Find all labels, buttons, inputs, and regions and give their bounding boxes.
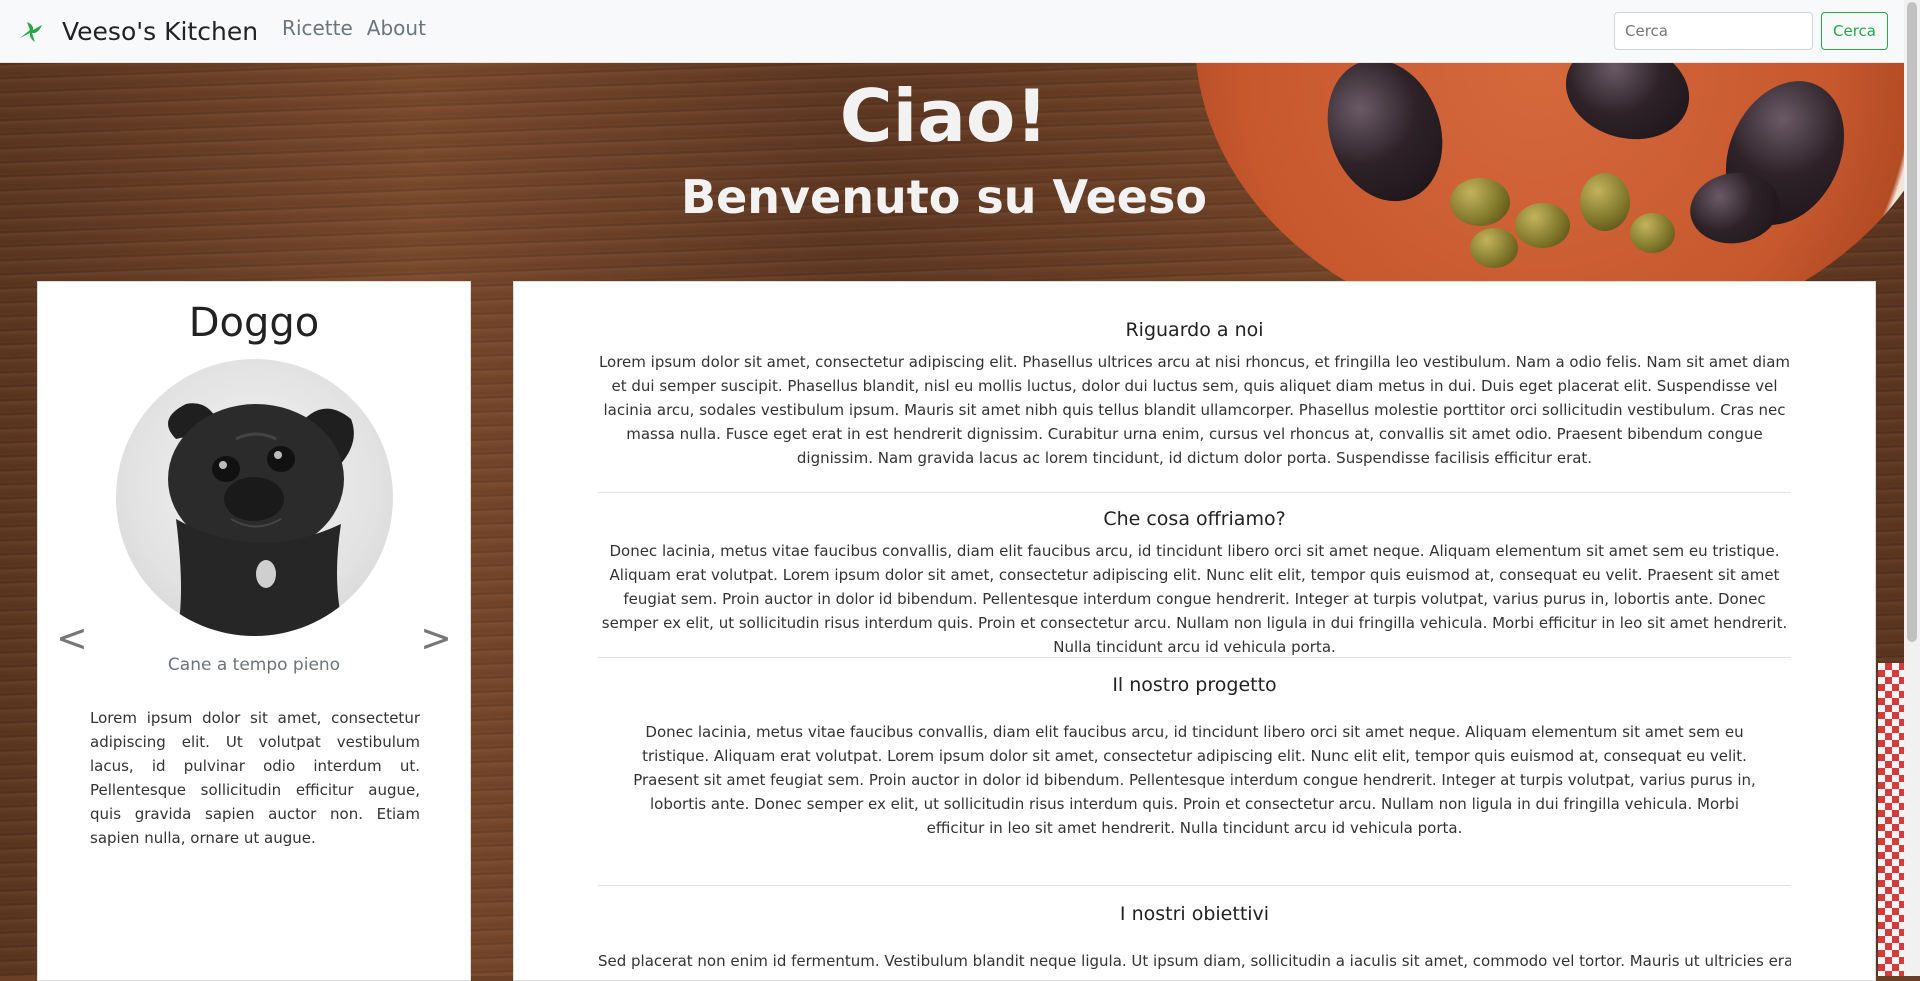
section-text: Donec lacinia, metus vitae faucibus conv… [601,542,1788,656]
leaf-logo-icon [20,22,42,42]
scrollbar-thumb[interactable] [1907,2,1917,642]
section-about: Riguardo a noi Lorem ipsum dolor sit ame… [598,319,1791,470]
section-text: Sed placerat non enim id fermentum. Vest… [598,952,1791,970]
section-project: Il nostro progetto Donec lacinia, metus … [598,674,1791,840]
search-form: Cerca [1614,12,1888,50]
profile-name: Doggo [188,300,320,346]
pug-image [168,403,354,636]
hero-subtitle: Benvenuto su Veeso [681,170,1207,224]
search-input[interactable] [1614,12,1814,50]
hero-title: Ciao! [839,74,1049,158]
profile-caption: Cane a tempo pieno [167,655,341,675]
section-title: Che cosa offriamo? [1103,508,1286,530]
divider [598,885,1791,886]
divider [598,657,1791,658]
section-title: Il nostro progetto [1112,674,1277,696]
content-card: Riguardo a noi Lorem ipsum dolor sit ame… [513,281,1876,981]
caper-image [1470,228,1518,268]
section-title: I nostri obiettivi [1119,903,1270,925]
nav-link-about[interactable]: About [367,16,426,40]
tablecloth-image [1878,663,1904,976]
carousel-next-button[interactable]: > [420,616,452,660]
section-goals: I nostri obiettivi Sed placerat non enim… [598,903,1791,973]
profile-bio: Lorem ipsum dolor sit amet, consectetur … [90,709,420,847]
section-text: Donec lacinia, metus vitae faucibus conv… [633,723,1756,837]
divider [598,492,1791,493]
navbar: Veeso's Kitchen Ricette About Cerca [0,0,1904,63]
carousel-prev-button[interactable]: < [56,616,88,660]
section-offer: Che cosa offriamo? Donec lacinia, metus … [598,508,1791,659]
brand-link[interactable]: Veeso's Kitchen [16,16,258,46]
section-title: Riguardo a noi [1125,319,1264,341]
page-scrollbar[interactable] [1904,0,1920,976]
brand-name: Veeso's Kitchen [62,16,259,46]
nav-link-ricette[interactable]: Ricette [282,16,353,40]
profile-card: Doggo < > Cane a tempo pieno Lorem ipsum… [37,281,471,981]
search-button[interactable]: Cerca [1821,12,1888,50]
section-text: Lorem ipsum dolor sit amet, consectetur … [598,353,1791,467]
dog-photo [116,359,393,636]
